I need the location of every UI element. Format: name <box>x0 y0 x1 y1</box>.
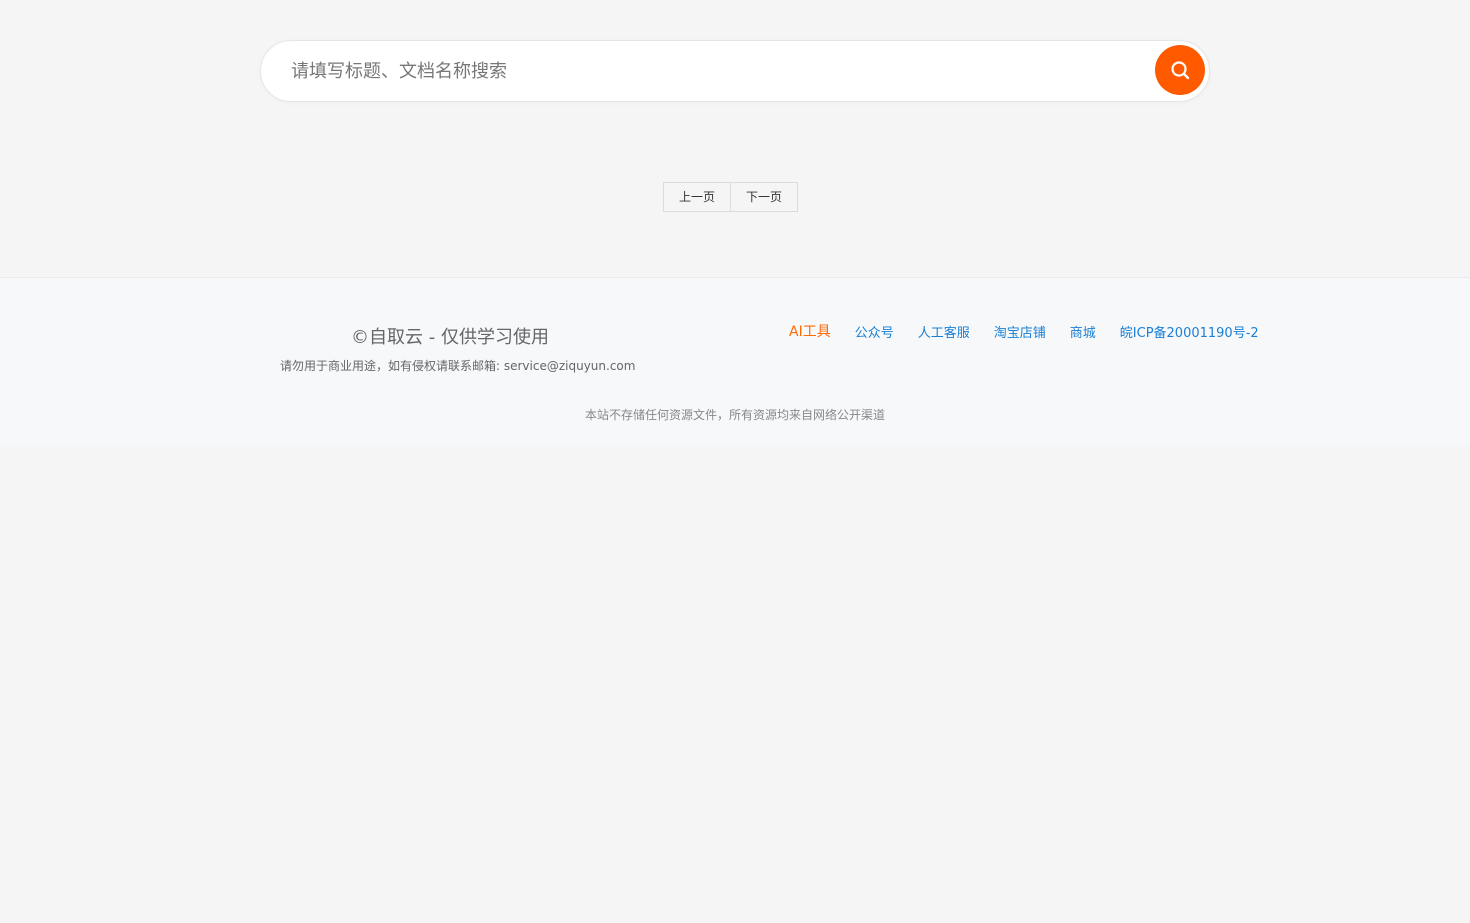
search-icon <box>1171 61 1190 80</box>
footer-link-icp[interactable]: 皖ICP备20001190号-2 <box>1120 322 1259 341</box>
footer-disclaimer: 本站不存储任何资源文件，所有资源均来自网络公开渠道 <box>584 408 885 422</box>
footer-link-customer-service[interactable]: 人工客服 <box>918 322 970 341</box>
search-button[interactable] <box>1155 45 1205 95</box>
footer-brand: ©自取云 - 仅供学习使用 <box>351 327 549 348</box>
footer-notice: 请勿用于商业用途，如有侵权请联系邮箱: service@ziquyun.com <box>280 359 636 373</box>
search-input[interactable] <box>291 41 1141 101</box>
footer-link-taobao-store[interactable]: 淘宝店铺 <box>994 322 1046 341</box>
footer-link-wechat-account[interactable]: 公众号 <box>855 322 894 341</box>
footer-link-ai-tools[interactable]: AI工具 <box>789 321 831 341</box>
footer: ©自取云 - 仅供学习使用 请勿用于商业用途，如有侵权请联系邮箱: servic… <box>0 277 1470 447</box>
prev-page-button[interactable]: 上一页 <box>663 182 732 212</box>
footer-link-mall[interactable]: 商城 <box>1070 322 1096 341</box>
pagination: 上一页 下一页 <box>663 182 799 212</box>
search-bar <box>260 40 1210 102</box>
next-page-button[interactable]: 下一页 <box>731 182 799 212</box>
footer-links: AI工具 公众号 人工客服 淘宝店铺 商城 皖ICP备20001190号-2 <box>789 321 1259 341</box>
